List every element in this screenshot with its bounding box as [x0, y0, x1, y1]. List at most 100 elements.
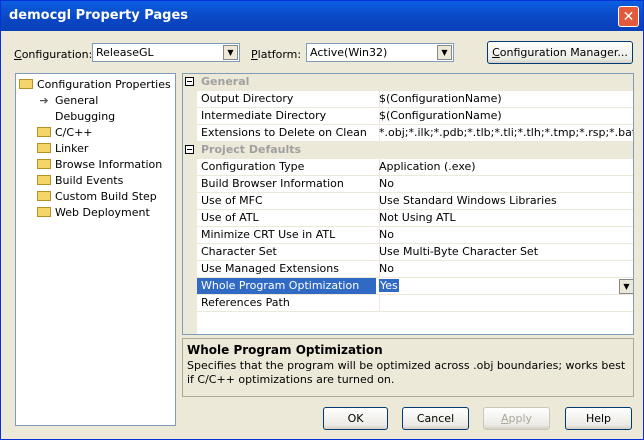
property-row[interactable]: References Path [183, 295, 633, 312]
property-row[interactable]: Intermediate Directory $(ConfigurationNam… [183, 108, 633, 125]
configuration-manager-button[interactable]: Configuration Manager... [487, 41, 633, 64]
property-row[interactable]: Build Browser Information No [183, 176, 633, 193]
folder-icon [37, 143, 51, 153]
help-button[interactable]: Help [565, 407, 632, 430]
window-title: democgl Property Pages [9, 8, 189, 23]
tree-item-web-deployment[interactable]: Web Deployment [37, 205, 150, 220]
property-row[interactable]: Configuration Type Application (.exe) [183, 159, 633, 176]
tree-item-configuration-properties[interactable]: Configuration Properties [19, 77, 171, 92]
property-pages-window: democgl Property Pages ✕ Configuration: … [0, 0, 644, 440]
property-name: References Path [197, 295, 380, 312]
ok-button[interactable]: OK [323, 407, 388, 430]
property-name: Build Browser Information [197, 176, 380, 193]
platform-dropdown[interactable]: Active(Win32) ▼ [306, 43, 454, 62]
category-label: General [201, 75, 250, 88]
tree-item-label: Linker [55, 142, 89, 155]
tree-item-label: General [55, 94, 99, 107]
property-row-selected[interactable]: Whole Program Optimization Yes ▼ [183, 278, 633, 295]
tree-item-label: Debugging [55, 110, 116, 123]
property-row[interactable]: Extensions to Delete on Clean *.obj;*.ilk… [183, 125, 633, 142]
folder-icon [37, 127, 51, 137]
property-value[interactable]: Use Standard Windows Libraries [376, 193, 633, 210]
property-row[interactable]: Use Managed Extensions No [183, 261, 633, 278]
configuration-dropdown[interactable]: ReleaseGL ▼ [92, 43, 240, 62]
category-project-defaults[interactable]: Project Defaults [183, 142, 633, 159]
tree-item-label: Custom Build Step [55, 190, 157, 203]
property-name: Intermediate Directory [197, 108, 380, 125]
platform-label-text: latform: [257, 48, 302, 61]
tree-item-linker[interactable]: Linker [37, 141, 88, 156]
property-value[interactable]: Use Multi-Byte Character Set [376, 244, 633, 261]
property-value[interactable]: *.obj;*.ilk;*.pdb;*.tlb;*.tli;*.tlh;*.tm… [376, 125, 633, 142]
platform-value: Active(Win32) [310, 46, 388, 59]
chevron-down-icon[interactable]: ▼ [619, 279, 633, 294]
property-value-dropdown[interactable]: Yes ▼ [376, 278, 633, 295]
property-row[interactable]: Use of MFC Use Standard Windows Libraries [183, 193, 633, 210]
tree-item-build-events[interactable]: Build Events [37, 173, 123, 188]
configuration-label-accel: C [14, 48, 22, 61]
property-value[interactable]: No [376, 176, 633, 193]
tree-item-cpp[interactable]: C/C++ [37, 125, 93, 140]
configuration-value: ReleaseGL [96, 46, 154, 59]
apply-button[interactable]: Apply [483, 407, 550, 430]
tree-item-label: C/C++ [55, 126, 93, 139]
chevron-down-icon[interactable]: ▼ [223, 45, 238, 60]
property-value[interactable]: No [376, 227, 633, 244]
property-name: Minimize CRT Use in ATL [197, 227, 380, 244]
title-bar[interactable]: democgl Property Pages ✕ [1, 1, 643, 31]
folder-icon [37, 175, 51, 185]
property-tree[interactable]: Configuration Properties ➔ General Debugg… [15, 73, 176, 426]
property-value[interactable]: No [376, 261, 633, 278]
category-general[interactable]: General [183, 74, 633, 91]
folder-icon [37, 191, 51, 201]
tree-item-general[interactable]: ➔ General [37, 93, 98, 108]
property-row[interactable]: Character Set Use Multi-Byte Character Se… [183, 244, 633, 261]
tree-item-browse-information[interactable]: Browse Information [37, 157, 162, 172]
close-icon[interactable]: ✕ [618, 6, 639, 27]
property-value: Yes [379, 279, 399, 292]
property-name: Output Directory [197, 91, 380, 108]
arrow-right-icon: ➔ [39, 94, 49, 107]
tree-item-debugging[interactable]: Debugging [55, 109, 115, 124]
description-body: Specifies that the program will be optim… [187, 359, 626, 386]
platform-label-accel: P [251, 48, 258, 61]
property-name: Extensions to Delete on Clean [197, 125, 380, 142]
property-value[interactable]: $(ConfigurationName) [376, 108, 633, 125]
tree-item-label: Web Deployment [55, 206, 150, 219]
cancel-button[interactable]: Cancel [402, 407, 469, 430]
collapse-icon[interactable] [185, 77, 194, 86]
chevron-down-icon[interactable]: ▼ [437, 45, 452, 60]
apply-text: pply [508, 412, 533, 425]
property-name: Configuration Type [197, 159, 380, 176]
property-row[interactable]: Output Directory $(ConfigurationName) [183, 91, 633, 108]
apply-accel: A [500, 412, 509, 425]
tree-item-label: Build Events [55, 174, 124, 187]
property-value[interactable]: $(ConfigurationName) [376, 91, 633, 108]
property-name: Use of ATL [197, 210, 380, 227]
property-name: Use of MFC [197, 193, 380, 210]
property-row[interactable]: Minimize CRT Use in ATL No [183, 227, 633, 244]
folder-icon [37, 159, 51, 169]
property-name: Whole Program Optimization [197, 278, 380, 295]
property-value[interactable]: Not Using ATL [376, 210, 633, 227]
collapse-icon[interactable] [185, 145, 194, 154]
folder-icon [37, 207, 51, 217]
folder-open-icon [19, 79, 33, 89]
description-panel: Whole Program Optimization Specifies tha… [182, 338, 634, 397]
property-name: Use Managed Extensions [197, 261, 380, 278]
configuration-manager-text: onfiguration Manager... [499, 46, 628, 59]
tree-item-label: Configuration Properties [37, 78, 171, 91]
property-value[interactable] [376, 295, 633, 312]
configuration-label-text: onfiguration: [21, 48, 93, 61]
tree-item-label: Browse Information [55, 158, 163, 171]
property-grid[interactable]: General Output Directory $(ConfigurationN… [182, 73, 634, 335]
category-label: Project Defaults [201, 143, 302, 156]
configuration-label: Configuration: [14, 48, 92, 61]
property-row[interactable]: Use of ATL Not Using ATL [183, 210, 633, 227]
platform-label: Platform: [251, 48, 301, 61]
property-value[interactable]: Application (.exe) [376, 159, 633, 176]
property-name: Character Set [197, 244, 380, 261]
description-title: Whole Program Optimization [187, 343, 383, 357]
configuration-manager-accel: C [492, 46, 500, 59]
tree-item-custom-build-step[interactable]: Custom Build Step [37, 189, 157, 204]
